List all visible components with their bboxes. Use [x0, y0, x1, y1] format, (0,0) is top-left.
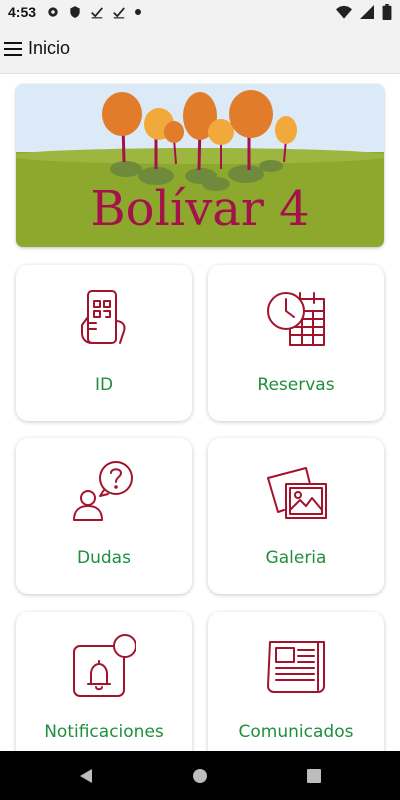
gallery-icon [267, 467, 327, 519]
menu-icon[interactable] [4, 39, 26, 59]
home-button[interactable] [188, 764, 212, 788]
signal-icon [360, 5, 374, 19]
banner-title: Bolívar 4 [90, 181, 310, 237]
menu-card-label: Reservas [257, 375, 335, 395]
banner-image: Bolívar 4 [16, 84, 384, 247]
back-icon [80, 768, 92, 783]
settings-icon [48, 7, 58, 17]
menu-card-reservas[interactable]: Reservas [208, 265, 384, 421]
battery-icon [382, 4, 392, 20]
status-icons-right [336, 4, 392, 20]
check-icon [113, 7, 125, 19]
menu-card-label: Comunicados [238, 722, 354, 742]
menu-card-galeria[interactable]: Galeria [208, 438, 384, 594]
system-nav-bar [0, 751, 400, 800]
app-bar: Inicio [0, 24, 400, 74]
home-icon [193, 768, 207, 783]
wifi-icon [336, 5, 352, 19]
menu-card-label: Dudas [77, 548, 131, 568]
menu-card-label: Galeria [265, 548, 327, 568]
menu-card-notificaciones[interactable]: Notificaciones [16, 612, 192, 751]
page-title: Inicio [28, 38, 71, 58]
status-bar: 4:53 [0, 0, 400, 24]
notification-bell-icon [73, 634, 136, 697]
dot-icon [135, 9, 142, 15]
recents-button[interactable] [302, 764, 326, 788]
status-time: 4:53 [8, 4, 37, 20]
shield-icon [70, 6, 80, 18]
back-button[interactable] [74, 764, 98, 788]
main-content[interactable]: Bolívar 4 ID Reservas Dudas Galeria Noti… [0, 74, 400, 751]
menu-card-label: Notificaciones [44, 722, 164, 742]
menu-card-dudas[interactable]: Dudas [16, 438, 192, 594]
check-icon [91, 7, 103, 19]
status-icons-left [46, 5, 142, 19]
recents-icon [307, 768, 321, 783]
menu-card-comunicados[interactable]: Comunicados [208, 612, 384, 751]
question-person-icon [73, 461, 133, 521]
calendar-clock-icon [267, 292, 325, 346]
phone-qr-icon [81, 290, 126, 344]
menu-card-label: ID [94, 375, 114, 395]
menu-card-id[interactable]: ID [16, 265, 192, 421]
newspaper-icon [267, 641, 325, 693]
